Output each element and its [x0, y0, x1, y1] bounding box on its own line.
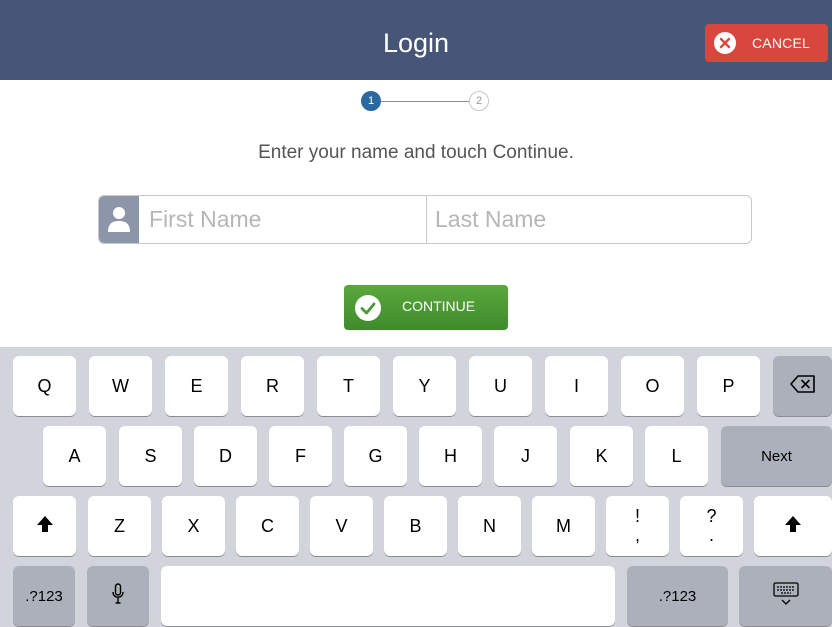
key-q[interactable]: Q: [13, 356, 76, 416]
microphone-icon: [111, 582, 125, 610]
key-v[interactable]: V: [310, 496, 373, 556]
shift-key-left[interactable]: [13, 496, 76, 556]
user-icon: [99, 196, 139, 243]
key-e[interactable]: E: [165, 356, 228, 416]
key-x[interactable]: X: [162, 496, 225, 556]
numbers-key-left[interactable]: .?123: [13, 566, 75, 626]
continue-button[interactable]: CONTINUE: [344, 285, 508, 330]
key-r[interactable]: R: [241, 356, 304, 416]
key-m[interactable]: M: [532, 496, 595, 556]
key-comma-label: ,: [634, 525, 640, 545]
key-p[interactable]: P: [697, 356, 760, 416]
key-n[interactable]: N: [458, 496, 521, 556]
checkmark-icon: [355, 295, 381, 321]
step-indicator-1: 1: [361, 91, 381, 111]
shift-icon: [783, 514, 803, 539]
key-a[interactable]: A: [43, 426, 106, 486]
key-h[interactable]: H: [419, 426, 482, 486]
name-form: [98, 195, 752, 244]
key-z[interactable]: Z: [88, 496, 151, 556]
last-name-input[interactable]: [427, 196, 747, 243]
key-o[interactable]: O: [621, 356, 684, 416]
space-bar[interactable]: [161, 566, 615, 626]
key-period-label: .: [708, 525, 714, 545]
cancel-label: CANCEL: [752, 35, 810, 51]
key-t[interactable]: T: [317, 356, 380, 416]
cancel-button[interactable]: CANCEL: [705, 24, 828, 62]
key-k[interactable]: K: [570, 426, 633, 486]
key-f[interactable]: F: [269, 426, 332, 486]
backspace-icon: [789, 374, 816, 398]
first-name-input[interactable]: [141, 196, 426, 243]
key-s[interactable]: S: [119, 426, 182, 486]
key-j[interactable]: J: [494, 426, 557, 486]
step-connector: [381, 101, 469, 102]
key-c[interactable]: C: [236, 496, 299, 556]
step-indicator-2: 2: [469, 91, 489, 111]
numbers-key-right[interactable]: .?123: [627, 566, 728, 626]
dictation-key[interactable]: [87, 566, 149, 626]
key-d[interactable]: D: [194, 426, 257, 486]
key-i[interactable]: I: [545, 356, 608, 416]
key-w[interactable]: W: [89, 356, 152, 416]
key-l[interactable]: L: [645, 426, 708, 486]
header-bar: Login CANCEL: [0, 0, 832, 80]
key-g[interactable]: G: [344, 426, 407, 486]
key-exclamation-comma[interactable]: ! ,: [606, 496, 669, 556]
on-screen-keyboard: Q W E R T Y U I O P A S D F G H J K L Ne…: [0, 347, 832, 627]
keyboard-dismiss-icon: [772, 581, 799, 611]
close-icon: [714, 32, 736, 54]
key-y[interactable]: Y: [393, 356, 456, 416]
backspace-key[interactable]: [773, 356, 832, 416]
next-key[interactable]: Next: [721, 426, 832, 486]
key-question-label: ?: [706, 506, 717, 526]
keyboard-dismiss-key[interactable]: [739, 566, 832, 626]
key-question-period[interactable]: ? .: [680, 496, 743, 556]
key-u[interactable]: U: [469, 356, 532, 416]
shift-icon: [35, 514, 55, 539]
key-b[interactable]: B: [384, 496, 447, 556]
key-exclamation-label: !: [634, 506, 640, 526]
instruction-text: Enter your name and touch Continue.: [258, 142, 574, 163]
continue-label: CONTINUE: [402, 298, 476, 314]
shift-key-right[interactable]: [754, 496, 832, 556]
